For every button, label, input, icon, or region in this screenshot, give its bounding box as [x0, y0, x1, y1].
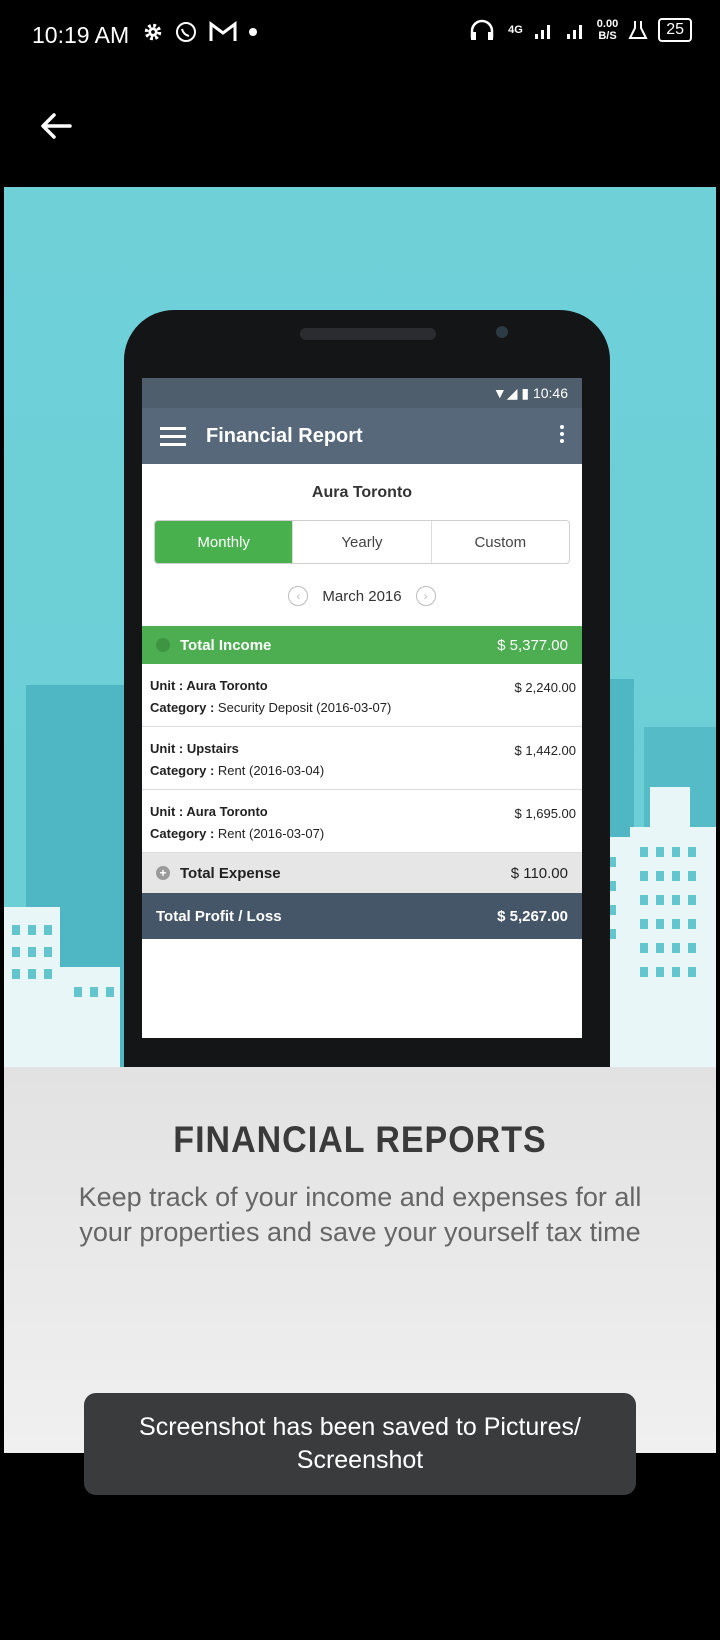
collapse-icon [156, 638, 170, 652]
chevron-right-icon: › [415, 586, 436, 606]
item-amount: $ 1,695.00 [514, 806, 576, 821]
list-item: Unit : Upstairs Category : Rent (2016-03… [142, 727, 582, 790]
period-tabs: Monthly Yearly Custom [154, 520, 570, 564]
network-speed: 0.00 B/S [596, 18, 619, 42]
promo-description: Keep track of your income and expenses f… [78, 1182, 642, 1247]
signal-icon-1 [534, 25, 550, 39]
phone-mockup: ▼◢ ▮ 10:46 Financial Report Aura Toronto… [124, 310, 610, 1090]
more-vert-icon [560, 422, 564, 446]
total-income-label: Total Income [180, 636, 272, 654]
item-amount: $ 1,442.00 [514, 743, 576, 758]
gear-icon [144, 23, 162, 41]
promo-title: FINANCIAL REPORTS [173, 1119, 547, 1161]
total-profit-row: Total Profit / Loss $ 5,267.00 [142, 893, 582, 939]
total-expense-label: Total Expense [180, 864, 281, 882]
tab-monthly: Monthly [155, 521, 294, 563]
status-bar: 10:19 AM 4G 0.00 B/S 25 [0, 0, 720, 72]
phone-speaker [300, 328, 436, 340]
network-type: 4G [508, 24, 523, 36]
phone-toolbar-title: Financial Report [206, 424, 363, 447]
status-time: 10:19 AM [32, 22, 130, 48]
phone-camera [496, 326, 508, 338]
menu-icon [160, 422, 186, 451]
gmail-icon [209, 21, 237, 41]
period-selector: ‹ March 2016 › [142, 586, 582, 606]
tab-yearly: Yearly [293, 521, 432, 563]
property-name: Aura Toronto [311, 484, 413, 501]
total-income-amount: $ 5,377.00 [497, 636, 568, 654]
signal-icon-2 [566, 25, 582, 39]
phone-status-time: 10:46 [532, 385, 568, 401]
list-item: Unit : Aura Toronto Category : Rent (201… [142, 790, 582, 853]
whatsapp-icon [176, 22, 196, 42]
phone-wifi-icon: ▼◢ ▮ [492, 385, 533, 401]
total-expense-amount: $ 110.00 [510, 864, 568, 882]
arrow-left-icon[interactable] [36, 106, 76, 146]
total-income-row: Total Income $ 5,377.00 [142, 626, 582, 664]
dot-icon [249, 28, 257, 36]
item-amount: $ 2,240.00 [514, 680, 576, 695]
battery-indicator: 25 [658, 18, 692, 42]
screenshot-toast: Screenshot has been saved to Pictures/ S… [84, 1393, 636, 1495]
total-expense-row: + Total Expense $ 110.00 [142, 853, 582, 893]
list-item: Unit : Aura Toronto Category : Security … [142, 664, 582, 727]
total-profit-amount: $ 5,267.00 [497, 907, 568, 925]
phone-toolbar: Financial Report [142, 408, 582, 464]
period-label: March 2016 [322, 587, 402, 605]
expand-icon: + [156, 866, 170, 880]
headphones-icon [470, 19, 494, 40]
promo-image: ▼◢ ▮ 10:46 Financial Report Aura Toronto… [4, 187, 716, 1453]
tab-custom: Custom [474, 533, 527, 551]
phone-status-bar: ▼◢ ▮ 10:46 [142, 378, 582, 408]
total-profit-label: Total Profit / Loss [156, 907, 282, 925]
phone-screen: ▼◢ ▮ 10:46 Financial Report Aura Toronto… [142, 378, 582, 1038]
chevron-left-icon: ‹ [288, 586, 309, 606]
flask-icon [628, 21, 648, 39]
